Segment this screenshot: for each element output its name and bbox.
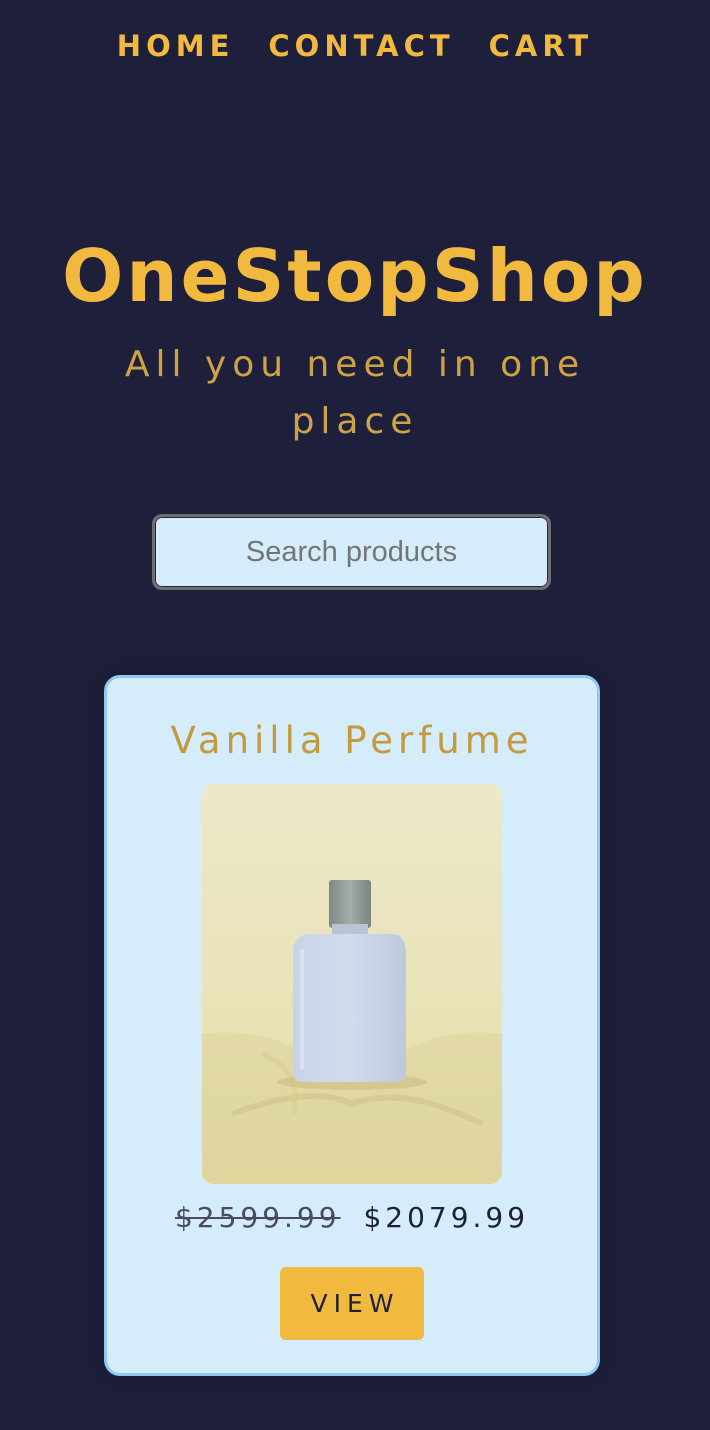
site-title: OneStopShop <box>62 234 648 318</box>
sale-price: $2079.99 <box>363 1201 530 1234</box>
product-card: Vanilla Perfume $2599.99 $2079.99 VIEW <box>104 675 600 1376</box>
nav-home-link[interactable]: HOME <box>117 26 235 66</box>
view-product-button[interactable]: VIEW <box>280 1267 424 1340</box>
top-nav: HOME CONTACT CART <box>0 26 710 66</box>
original-price: $2599.99 <box>174 1201 341 1234</box>
product-name: Vanilla Perfume <box>170 719 534 762</box>
price-row: $2599.99 $2079.99 <box>107 1196 597 1240</box>
nav-cart-link[interactable]: CART <box>489 26 594 66</box>
search-input[interactable] <box>152 514 551 590</box>
perfume-bottle-image <box>202 784 502 1184</box>
site-tagline: All you need in one place <box>124 344 586 442</box>
nav-contact-link[interactable]: CONTACT <box>268 26 454 66</box>
